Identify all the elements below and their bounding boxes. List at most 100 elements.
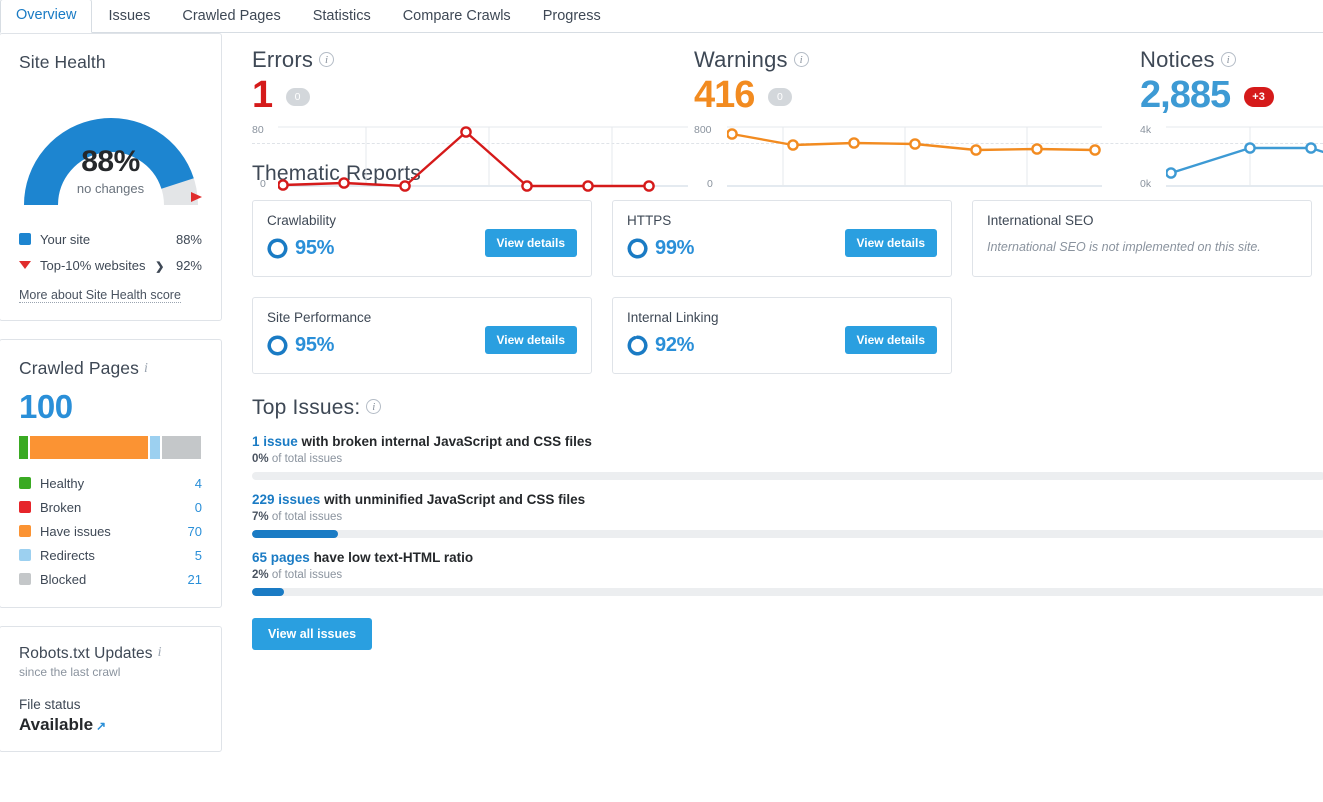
- legend-item-broken[interactable]: Broken 0: [19, 495, 202, 519]
- thematic-card-international-seo: International SEO International SEO is n…: [972, 200, 1312, 277]
- external-link-icon[interactable]: ↗: [96, 719, 106, 733]
- errors-value-row: 1 0: [252, 73, 694, 117]
- view-details-button[interactable]: View details: [844, 326, 937, 354]
- robots-txt-card: Robots.txt Updates i since the last crawl…: [0, 626, 222, 752]
- card-title: Internal Linking: [627, 310, 719, 325]
- legend-label-redirects: Redirects: [40, 547, 95, 563]
- site-health-value-block: 88% no changes: [19, 145, 202, 196]
- thematic-card-site-performance[interactable]: Site Performance 95% View details: [252, 297, 592, 374]
- file-status-value: Available ↗: [19, 715, 107, 734]
- legend-item-have-issues[interactable]: Have issues 70: [19, 519, 202, 543]
- card-percent: 99%: [655, 237, 695, 259]
- issue-link[interactable]: 65 pages: [252, 550, 310, 565]
- chevron-down-icon[interactable]: ❯: [155, 261, 164, 273]
- card-percent: 92%: [655, 334, 695, 356]
- tab-overview[interactable]: Overview: [0, 0, 93, 33]
- bar-segment-have-issues: [29, 436, 148, 459]
- crawled-pages-card: Crawled Pages i 100 Healthy 4 Broken 0 H…: [0, 339, 222, 608]
- warnings-delta-badge: 0: [767, 88, 792, 106]
- notices-title-row: Notices i: [1140, 47, 1323, 73]
- tab-issues[interactable]: Issues: [92, 0, 166, 33]
- crawled-pages-header: Crawled Pages i: [19, 358, 202, 379]
- top-issues-header: Top Issues: i: [252, 396, 1323, 420]
- thematic-card-internal-linking[interactable]: Internal Linking 92% View details: [612, 297, 952, 374]
- crawled-pages-total: 100: [19, 388, 73, 425]
- warnings-title-row: Warnings i: [694, 47, 1140, 73]
- legend-value-blocked: 21: [187, 571, 202, 587]
- blocked-swatch-icon: [19, 573, 31, 585]
- site-health-change: no changes: [76, 181, 145, 196]
- issue-percent: 7%: [252, 511, 269, 523]
- notices-axis-top: 4k: [1140, 124, 1152, 136]
- warnings-axis-top: 800: [694, 124, 712, 136]
- legend-item-healthy[interactable]: Healthy 4: [19, 471, 202, 495]
- view-details-button[interactable]: View details: [844, 229, 937, 257]
- file-status-label: File status: [19, 697, 81, 712]
- legend-item-your-site: Your site 88%: [19, 226, 202, 252]
- issue-progress-track: [252, 588, 1323, 596]
- issue-percent-suffix: of total issues: [271, 511, 343, 523]
- issue-percent-suffix: of total issues: [271, 569, 343, 581]
- issue-text: 229 issues with unminified JavaScript an…: [252, 492, 1323, 507]
- errors-value: 1: [252, 74, 273, 116]
- top-issues-title: Top Issues:: [252, 396, 361, 419]
- progress-ring-icon: [627, 238, 648, 259]
- legend-value-top10: 92%: [175, 257, 202, 273]
- errors-axis-bottom: 0: [260, 178, 266, 190]
- info-icon[interactable]: i: [319, 52, 335, 67]
- issue-text: 65 pages have low text-HTML ratio: [252, 550, 1323, 565]
- thematic-card-crawlability[interactable]: Crawlability 95% View details: [252, 200, 592, 277]
- issue-rest: have low text-HTML ratio: [313, 550, 474, 565]
- issue-link[interactable]: 229 issues: [252, 492, 320, 507]
- warnings-value-row: 416 0: [694, 73, 1140, 117]
- issue-link[interactable]: 1 issue: [252, 434, 298, 449]
- legend-label-broken: Broken: [40, 499, 82, 515]
- thematic-card-https[interactable]: HTTPS 99% View details: [612, 200, 952, 277]
- info-icon[interactable]: i: [793, 52, 809, 67]
- issue-progress-track: [252, 530, 1323, 538]
- issue-progress-fill: [252, 588, 285, 596]
- issue-progress-fill: [252, 530, 338, 538]
- bar-segment-healthy: [19, 436, 28, 459]
- notices-value: 2,885: [1140, 74, 1231, 116]
- legend-label-top10: Top-10% websites: [40, 257, 146, 273]
- info-icon[interactable]: i: [144, 361, 148, 377]
- legend-item-blocked[interactable]: Blocked 21: [19, 567, 202, 591]
- kpi-warnings: Warnings i 416 0 800 0: [694, 47, 1140, 190]
- page-body: Site Health 88% no changes Your site 88%…: [0, 33, 1323, 802]
- more-about-site-health-link[interactable]: More about Site Health score: [19, 288, 181, 303]
- progress-ring-icon: [267, 238, 288, 259]
- issue-row: 1 issue with broken internal JavaScript …: [252, 434, 1323, 480]
- issue-percent: 0%: [252, 453, 269, 465]
- issue-percent-suffix: of total issues: [271, 453, 343, 465]
- legend-label-your-site: Your site: [40, 231, 91, 247]
- view-details-button[interactable]: View details: [484, 326, 577, 354]
- issue-progress-track: [252, 472, 1323, 480]
- robots-subtitle: since the last crawl: [19, 665, 121, 679]
- legend-item-top10[interactable]: Top-10% websites ❯ 92%: [19, 252, 202, 278]
- legend-value-healthy: 4: [194, 475, 202, 491]
- legend-item-redirects[interactable]: Redirects 5: [19, 543, 202, 567]
- view-details-button[interactable]: View details: [484, 229, 577, 257]
- card-note: International SEO is not implemented on …: [987, 240, 1261, 254]
- crawled-pages-legend: Healthy 4 Broken 0 Have issues 70 Redire…: [19, 471, 202, 591]
- legend-label-have-issues: Have issues: [40, 523, 111, 539]
- progress-ring-icon: [627, 335, 648, 356]
- warnings-value: 416: [694, 74, 755, 116]
- tab-compare-crawls[interactable]: Compare Crawls: [387, 0, 527, 33]
- tab-progress[interactable]: Progress: [527, 0, 617, 33]
- tab-statistics[interactable]: Statistics: [297, 0, 387, 33]
- site-health-card: Site Health 88% no changes Your site 88%…: [0, 33, 222, 321]
- warnings-axis-bottom: 0: [707, 178, 713, 190]
- card-title: Site Performance: [267, 310, 372, 325]
- errors-title: Errors: [252, 47, 314, 72]
- view-all-issues-button[interactable]: View all issues: [252, 618, 373, 650]
- info-icon[interactable]: i: [366, 399, 382, 414]
- legend-value-broken: 0: [194, 499, 202, 515]
- info-icon[interactable]: i: [158, 645, 162, 661]
- redirects-swatch-icon: [19, 549, 31, 561]
- info-icon[interactable]: i: [1220, 52, 1236, 67]
- issue-percent-line: 0% of total issues: [252, 453, 1323, 465]
- tab-crawled-pages[interactable]: Crawled Pages: [166, 0, 296, 33]
- crawled-pages-stacked-bar: [19, 436, 201, 459]
